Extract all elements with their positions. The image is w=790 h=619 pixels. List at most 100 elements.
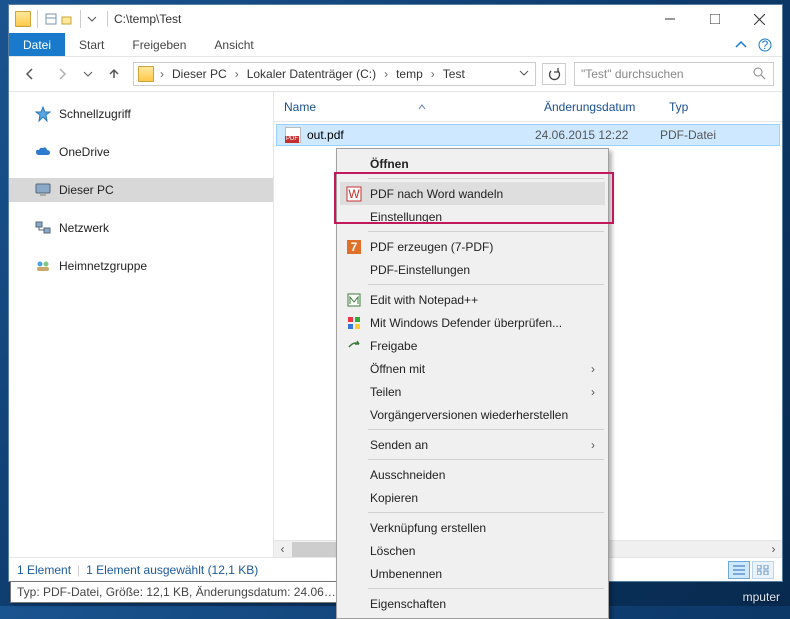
chevron-right-icon[interactable]: › xyxy=(429,67,437,81)
menu-item-label: Vorgängerversionen wiederherstellen xyxy=(370,408,568,422)
scroll-left-icon[interactable]: ‹ xyxy=(274,542,291,556)
scroll-right-icon[interactable]: › xyxy=(765,542,782,556)
menu-item-label: Mit Windows Defender überprüfen... xyxy=(370,316,562,330)
separator xyxy=(37,10,38,28)
sidebar-item-onedrive[interactable]: OneDrive xyxy=(9,140,273,164)
close-button[interactable] xyxy=(737,5,782,33)
search-icon xyxy=(753,67,767,81)
tab-start[interactable]: Start xyxy=(65,33,118,56)
context-menu: Öffnen WPDF nach Word wandeln Einstellunge… xyxy=(336,148,609,619)
svg-text:7: 7 xyxy=(351,240,358,254)
crumb-pc[interactable]: Dieser PC xyxy=(168,67,231,81)
tab-share[interactable]: Freigeben xyxy=(118,33,200,56)
menu-item-label: PDF erzeugen (7-PDF) xyxy=(370,240,493,254)
up-button[interactable] xyxy=(101,61,127,87)
column-type[interactable]: Typ xyxy=(659,100,782,114)
sidebar-item-netzwerk[interactable]: Netzwerk xyxy=(9,216,273,240)
sidebar-item-schnellzugriff[interactable]: Schnellzugriff xyxy=(9,102,273,126)
crumb-drive[interactable]: Lokaler Datenträger (C:) xyxy=(243,67,380,81)
sidebar-item-label: Dieser PC xyxy=(59,183,114,197)
forward-button[interactable] xyxy=(49,61,75,87)
properties-icon[interactable] xyxy=(44,12,58,26)
column-headers: Name Änderungsdatum Typ xyxy=(274,92,782,122)
address-bar[interactable]: › Dieser PC › Lokaler Datenträger (C:) ›… xyxy=(133,62,536,86)
menu-item-label: Einstellungen xyxy=(370,210,442,224)
help-icon[interactable]: ? xyxy=(758,38,772,52)
menu-item-label: Freigabe xyxy=(370,339,417,353)
ribbon: Datei Start Freigeben Ansicht ? xyxy=(9,33,782,57)
back-button[interactable] xyxy=(17,61,43,87)
new-folder-icon[interactable] xyxy=(60,12,74,26)
view-switcher xyxy=(728,561,774,579)
submenu-arrow-icon: › xyxy=(591,385,595,399)
refresh-button[interactable] xyxy=(542,63,566,85)
pc-icon xyxy=(35,182,51,198)
column-name[interactable]: Name xyxy=(274,100,534,114)
pdfword-icon: W xyxy=(346,186,362,202)
menu-item-label: Verknüpfung erstellen xyxy=(370,521,486,535)
menu-separator xyxy=(368,284,604,285)
folder-icon xyxy=(138,66,154,82)
chevron-right-icon[interactable]: › xyxy=(382,67,390,81)
maximize-button[interactable] xyxy=(692,5,737,33)
file-tooltip: Typ: PDF-Datei, Größe: 12,1 KB, Änderung… xyxy=(10,581,343,603)
menu-item[interactable]: Öffnen xyxy=(340,152,605,175)
qat-dropdown-icon[interactable] xyxy=(87,14,97,24)
menu-item[interactable]: Löschen xyxy=(340,539,605,562)
sidebar-item-heimnetzgruppe[interactable]: Heimnetzgruppe xyxy=(9,254,273,278)
separator: | xyxy=(77,563,80,577)
menu-item[interactable]: PDF-Einstellungen xyxy=(340,258,605,281)
menu-item[interactable]: Ausschneiden xyxy=(340,463,605,486)
tab-file[interactable]: Datei xyxy=(9,33,65,56)
separator xyxy=(80,10,81,28)
share-icon xyxy=(346,338,362,354)
menu-item[interactable]: Mit Windows Defender überprüfen... xyxy=(340,311,605,334)
search-input[interactable]: "Test" durchsuchen xyxy=(574,62,774,86)
menu-item[interactable]: Kopieren xyxy=(340,486,605,509)
menu-item[interactable]: Eigenschaften xyxy=(340,592,605,615)
column-date[interactable]: Änderungsdatum xyxy=(534,100,659,114)
menu-item[interactable]: WPDF nach Word wandeln xyxy=(340,182,605,205)
menu-item[interactable]: Edit with Notepad++ xyxy=(340,288,605,311)
menu-item-label: Löschen xyxy=(370,544,415,558)
sidebar-item-dieser-pc[interactable]: Dieser PC xyxy=(9,178,273,202)
menu-item[interactable]: Vorgängerversionen wiederherstellen xyxy=(340,403,605,426)
titlebar: C:\temp\Test xyxy=(9,5,782,33)
menu-item-label: Öffnen mit xyxy=(370,362,425,376)
icons-view-button[interactable] xyxy=(752,561,774,579)
svg-text:?: ? xyxy=(762,38,769,52)
ribbon-help: ? xyxy=(734,33,782,56)
chevron-right-icon[interactable]: › xyxy=(233,67,241,81)
menu-item[interactable]: Verknüpfung erstellen xyxy=(340,516,605,539)
address-dropdown-icon[interactable] xyxy=(515,67,533,81)
crumb-test[interactable]: Test xyxy=(439,67,469,81)
menu-separator xyxy=(368,178,604,179)
chevron-right-icon[interactable]: › xyxy=(158,67,166,81)
menu-item[interactable]: 7 PDF erzeugen (7-PDF) xyxy=(340,235,605,258)
menu-separator xyxy=(368,429,604,430)
tab-view[interactable]: Ansicht xyxy=(200,33,267,56)
minimize-button[interactable] xyxy=(647,5,692,33)
menu-item[interactable]: Umbenennen xyxy=(340,562,605,585)
search-placeholder: "Test" durchsuchen xyxy=(581,67,753,81)
submenu-arrow-icon: › xyxy=(591,362,595,376)
expand-ribbon-icon[interactable] xyxy=(734,38,748,52)
taskbar-text: mputer xyxy=(743,590,780,604)
menu-item[interactable]: Teilen› xyxy=(340,380,605,403)
network-icon xyxy=(35,220,51,236)
details-view-button[interactable] xyxy=(728,561,750,579)
homegroup-icon xyxy=(35,258,51,274)
menu-item[interactable]: Freigabe xyxy=(340,334,605,357)
recent-dropdown[interactable] xyxy=(81,61,95,87)
address-row: › Dieser PC › Lokaler Datenträger (C:) ›… xyxy=(9,57,782,91)
sidebar-item-label: Netzwerk xyxy=(59,221,109,235)
menu-item[interactable]: Senden an› xyxy=(340,433,605,456)
menu-item[interactable]: Öffnen mit › xyxy=(340,357,605,380)
menu-separator xyxy=(368,231,604,232)
file-row[interactable]: out.pdf 24.06.2015 12:22 PDF-Datei xyxy=(276,124,780,146)
npp-icon xyxy=(346,292,362,308)
menu-item[interactable]: Einstellungen xyxy=(340,205,605,228)
file-date: 24.06.2015 12:22 xyxy=(535,128,660,142)
window-title: C:\temp\Test xyxy=(108,12,647,26)
crumb-temp[interactable]: temp xyxy=(392,67,427,81)
